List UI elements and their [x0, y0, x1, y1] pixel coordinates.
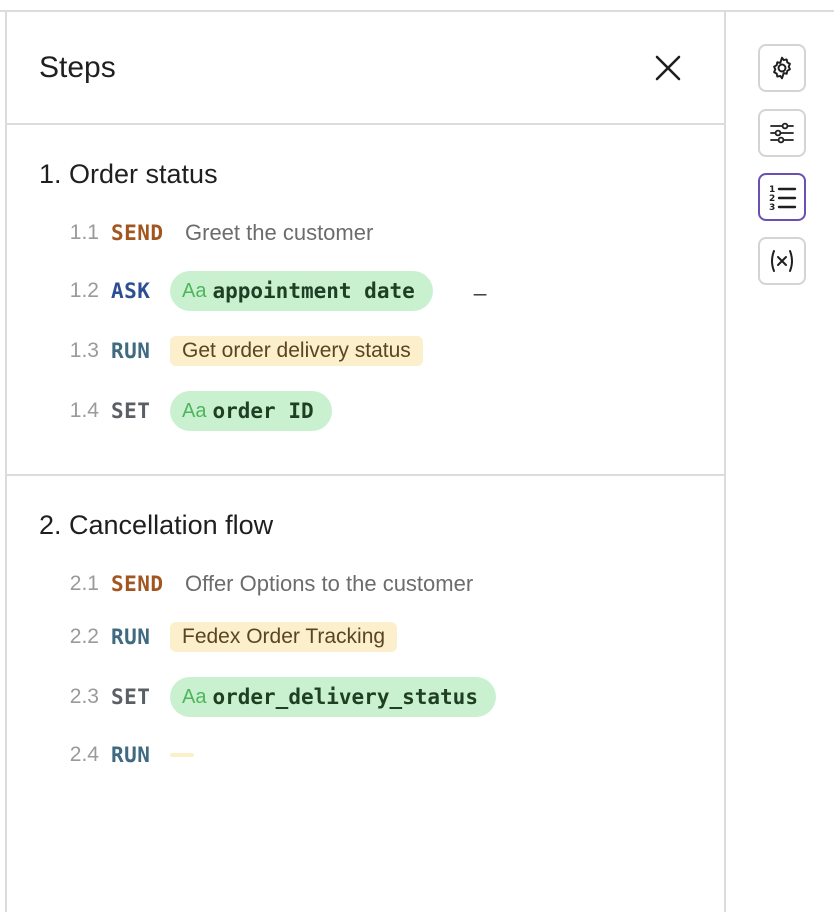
panel-title: Steps: [39, 51, 116, 84]
gear-icon: [773, 56, 791, 80]
step-keyword: RUN: [111, 625, 151, 649]
step-2-1[interactable]: 2.1 SEND Offer Options to the customer: [7, 564, 724, 604]
step-keyword: RUN: [111, 339, 151, 363]
variables-button[interactable]: [758, 237, 806, 285]
input-caret: _: [474, 271, 487, 296]
action-chip[interactable]: Get order delivery status: [170, 336, 423, 366]
step-2-2[interactable]: 2.2 RUN Fedex Order Tracking: [7, 617, 724, 657]
step-keyword: SEND: [111, 221, 164, 245]
steps-view-button[interactable]: 1 2 3: [758, 173, 806, 221]
step-number: 2.2: [69, 625, 99, 648]
step-1-2[interactable]: 1.2 ASK Aa appointment date _: [7, 271, 724, 311]
step-number: 1.4: [69, 399, 99, 422]
variable-name: appointment date: [212, 279, 415, 303]
step-2-4[interactable]: 2.4 RUN: [7, 735, 724, 775]
variable-chip[interactable]: Aa appointment date: [170, 271, 433, 311]
svg-text:3: 3: [769, 203, 775, 213]
step-keyword: SET: [111, 399, 151, 423]
step-1-3[interactable]: 1.3 RUN Get order delivery status: [7, 331, 724, 371]
step-number: 1.1: [69, 221, 99, 244]
section-title: 1. Order status: [39, 159, 218, 189]
variable-name: order_delivery_status: [212, 685, 478, 709]
step-number: 2.3: [69, 685, 99, 708]
close-button[interactable]: [653, 53, 683, 83]
variable-chip[interactable]: Aa order_delivery_status: [170, 677, 496, 717]
text-type-icon: Aa: [182, 685, 207, 708]
step-2-3[interactable]: 2.3 SET Aa order_delivery_status: [7, 677, 724, 717]
step-text: Offer Options to the customer: [185, 571, 474, 596]
step-1-1[interactable]: 1.1 SEND Greet the customer: [7, 213, 724, 253]
variable-name: order ID: [212, 399, 314, 423]
steps-panel: Steps 1. Order status 1.1 SEND Greet the…: [5, 11, 726, 912]
panel-header: Steps: [7, 11, 724, 125]
section-cancellation-flow: 2. Cancellation flow 2.1 SEND Offer Opti…: [7, 477, 724, 897]
empty-action-slot[interactable]: [170, 753, 194, 757]
step-1-4[interactable]: 1.4 SET Aa order ID: [7, 391, 724, 431]
close-icon: [655, 55, 681, 81]
step-number: 2.1: [69, 572, 99, 595]
adjustments-button[interactable]: [758, 109, 806, 157]
step-number: 1.3: [69, 339, 99, 362]
step-text: Greet the customer: [185, 220, 374, 245]
variable-chip[interactable]: Aa order ID: [170, 391, 332, 431]
step-number: 1.2: [69, 279, 99, 302]
sliders-icon: [770, 122, 794, 144]
text-type-icon: Aa: [182, 399, 207, 422]
numbered-list-icon: 1 2 3: [769, 185, 797, 213]
step-keyword: ASK: [111, 279, 151, 303]
text-type-icon: Aa: [182, 279, 207, 302]
step-number: 2.4: [69, 743, 99, 766]
section-order-status: 1. Order status 1.1 SEND Greet the custo…: [7, 125, 724, 476]
action-chip[interactable]: Fedex Order Tracking: [170, 622, 398, 652]
step-keyword: RUN: [111, 743, 151, 767]
step-keyword: SEND: [111, 572, 164, 596]
section-title: 2. Cancellation flow: [39, 510, 274, 540]
settings-button[interactable]: [758, 44, 806, 92]
step-keyword: SET: [111, 685, 151, 709]
variable-icon: [771, 250, 793, 272]
